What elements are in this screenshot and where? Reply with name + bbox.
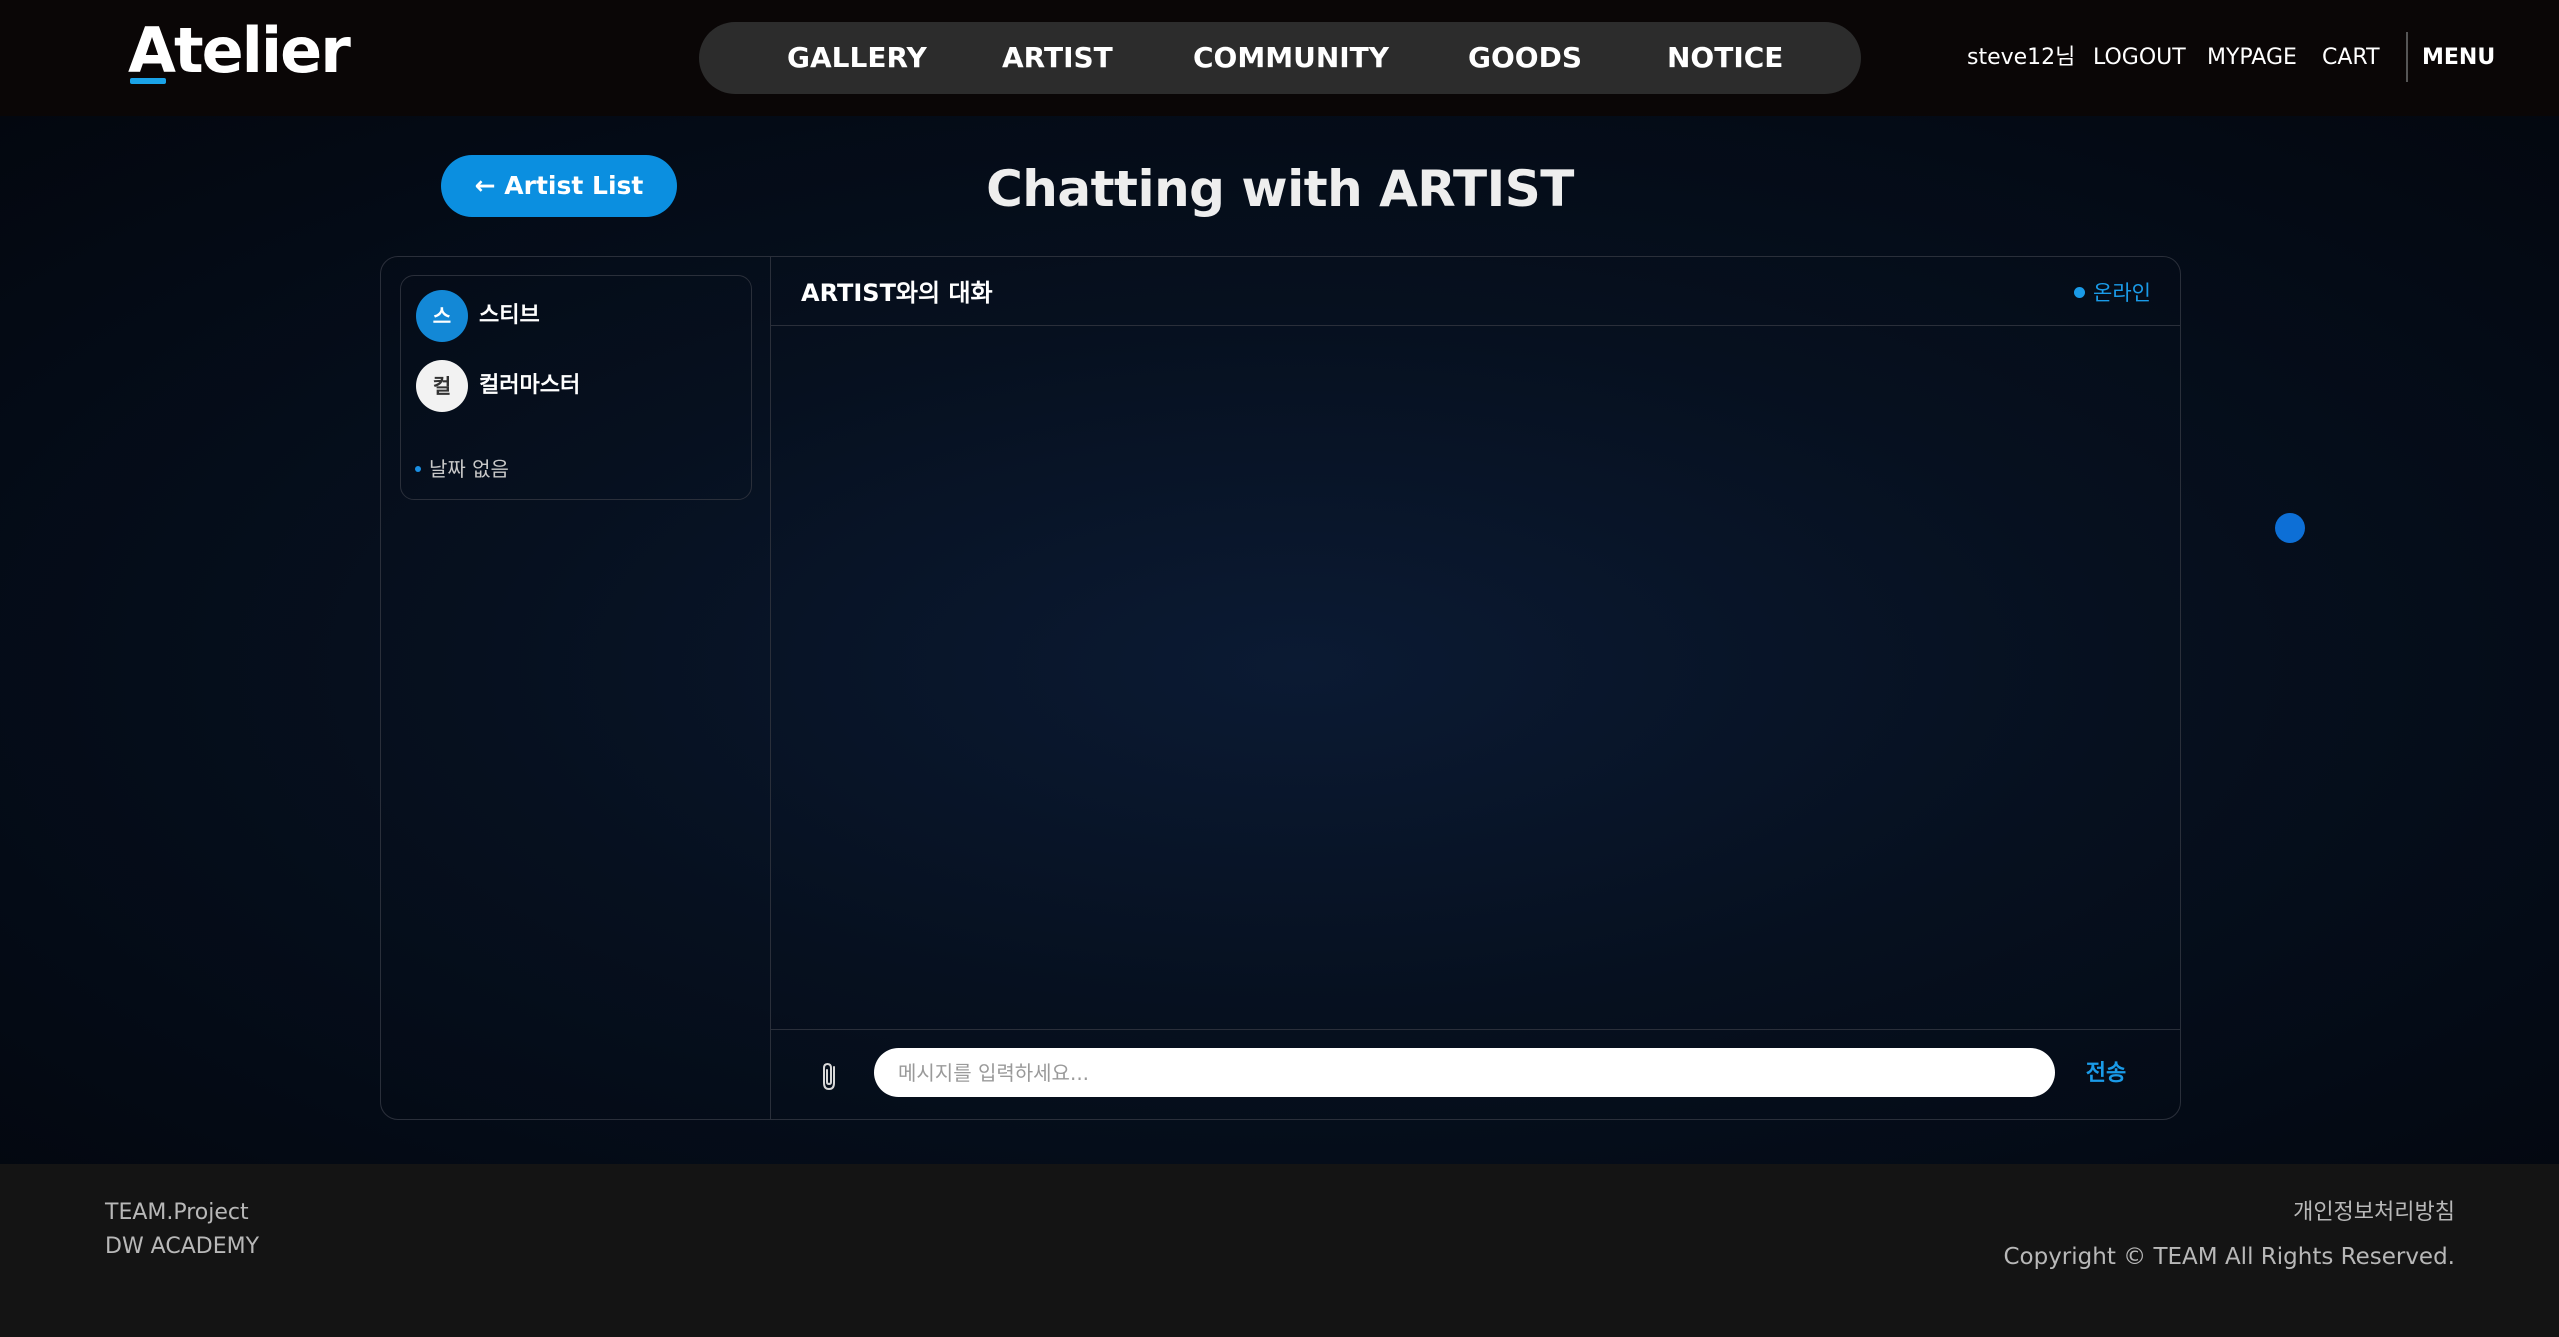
artist-list-button[interactable]: ← Artist List [441,155,677,217]
menu-button[interactable]: MENU [2422,40,2495,76]
chat-container: 스 스티브 컬 컬러마스터 날짜 없음 ARTIST와의 대화 온라인 메시지를… [380,256,2181,1120]
mypage-link[interactable]: MYPAGE [2207,40,2297,76]
paperclip-icon[interactable] [815,1058,845,1094]
logo-accent-bar [130,78,166,84]
footer-academy: DW ACADEMY [105,1234,260,1259]
nav-notice[interactable]: NOTICE [1667,22,1783,94]
chat-user-name: 컬러마스터 [479,373,581,398]
nav-gallery[interactable]: GALLERY [787,22,927,94]
message-area[interactable] [771,327,2181,1027]
chat-user-name: 스티브 [479,303,540,328]
nav-artist[interactable]: ARTIST [1002,22,1113,94]
site-header: Atelier GALLERY ARTIST COMMUNITY GOODS N… [0,0,2559,116]
header-divider [2406,32,2408,82]
user-greeting: steve12님 [1967,45,2076,70]
chat-user-item[interactable]: 스 스티브 [416,290,736,342]
avatar: 컬 [416,360,468,412]
avatar: 스 [416,290,468,342]
message-input-bar: 전송 [771,1029,2181,1119]
date-indicator: 날짜 없음 [415,454,509,484]
main-nav: GALLERY ARTIST COMMUNITY GOODS NOTICE [699,22,1861,94]
site-logo[interactable]: Atelier [128,16,351,86]
copyright-text: Copyright © TEAM All Rights Reserved. [2003,1244,2455,1270]
bullet-dot-icon [415,465,421,472]
main-content: ← Artist List Chatting with ARTIST 스 스티브… [0,116,2559,1164]
cart-link[interactable]: CART [2322,40,2380,76]
nav-goods[interactable]: GOODS [1468,22,1582,94]
logout-link[interactable]: LOGOUT [2093,40,2186,76]
floating-action-dot[interactable] [2275,513,2305,543]
date-text: 날짜 없음 [429,457,509,481]
online-status-label: 온라인 [2093,281,2151,305]
chat-user-list: 스 스티브 컬 컬러마스터 날짜 없음 [400,275,752,500]
footer-team-info: TEAM.Project DW ACADEMY [105,1196,259,1264]
privacy-policy-link[interactable]: 개인정보처리방침 [2293,1196,2455,1230]
chat-header: ARTIST와의 대화 온라인 [771,257,2181,326]
online-status: 온라인 [2074,275,2151,311]
online-dot-icon [2074,286,2086,298]
footer-team: TEAM.Project [105,1200,249,1225]
chat-sidebar: 스 스티브 컬 컬러마스터 날짜 없음 [381,257,771,1119]
chat-pane: ARTIST와의 대화 온라인 전송 [771,257,2181,1119]
nav-community[interactable]: COMMUNITY [1193,22,1389,94]
chat-user-item[interactable]: 컬 컬러마스터 [416,360,736,412]
page-title: Chatting with ARTIST [986,160,1574,218]
send-button[interactable]: 전송 [2076,1054,2136,1094]
chat-title: ARTIST와의 대화 [801,279,993,307]
site-footer: TEAM.Project DW ACADEMY 개인정보처리방침 Copyrig… [0,1164,2559,1337]
message-input[interactable] [874,1048,2055,1097]
